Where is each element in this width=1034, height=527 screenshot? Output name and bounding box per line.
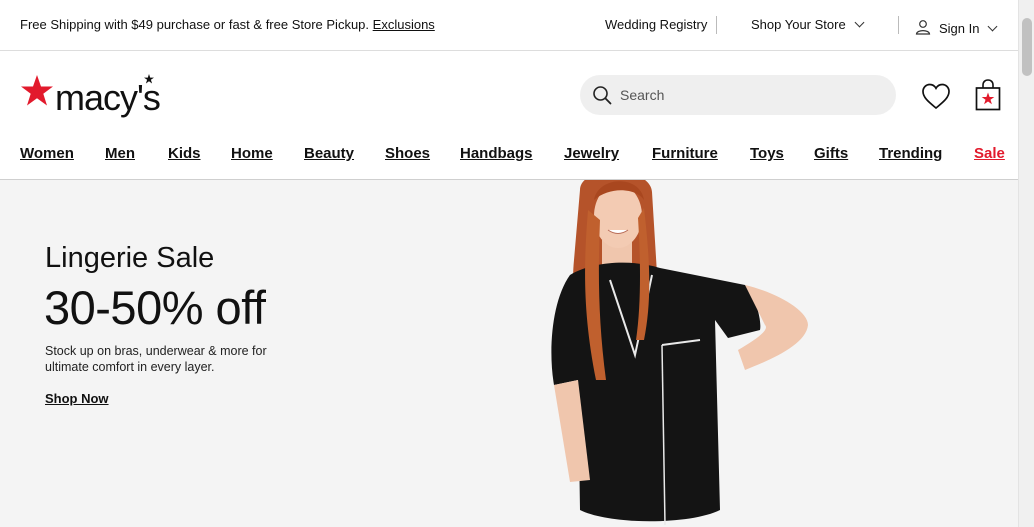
macys-logo[interactable]: macy's (20, 74, 170, 118)
nav-item-home[interactable]: Home (231, 145, 273, 162)
nav-item-shoes[interactable]: Shoes (385, 145, 430, 162)
chevron-down-icon (854, 17, 865, 28)
nav-item-trending[interactable]: Trending (879, 145, 942, 162)
utility-bar: Free Shipping with $49 purchase or fast … (0, 0, 1018, 51)
page-scrollbar[interactable] (1018, 0, 1034, 527)
nav-item-handbags[interactable]: Handbags (460, 145, 533, 162)
sign-in-label: Sign In (939, 21, 980, 36)
star-logo-icon (21, 75, 53, 106)
nav-item-furniture[interactable]: Furniture (652, 145, 718, 162)
shopping-bag-icon[interactable] (974, 78, 1002, 112)
promo-message: Free Shipping with $49 purchase or fast … (20, 17, 435, 32)
scrollbar-thumb[interactable] (1022, 18, 1032, 76)
nav-item-beauty[interactable]: Beauty (304, 145, 354, 162)
exclusions-link[interactable]: Exclusions (373, 17, 435, 32)
hero-banner[interactable]: Lingerie Sale 30-50% off Stock up on bra… (0, 180, 1018, 527)
divider (716, 16, 717, 34)
main-navigation: Women Men Kids Home Beauty Shoes Handbag… (20, 145, 1010, 165)
shop-your-store-dropdown[interactable]: Shop Your Store (751, 17, 865, 32)
nav-item-jewelry[interactable]: Jewelry (564, 145, 619, 162)
divider (898, 16, 899, 34)
nav-item-toys[interactable]: Toys (750, 145, 784, 162)
nav-item-kids[interactable]: Kids (168, 145, 201, 162)
heart-icon[interactable] (921, 82, 951, 110)
nav-item-men[interactable]: Men (105, 145, 135, 162)
nav-item-women[interactable]: Women (20, 145, 74, 162)
nav-item-gifts[interactable]: Gifts (814, 145, 848, 162)
promo-text: Free Shipping with $49 purchase or fast … (20, 17, 370, 32)
user-icon (915, 20, 931, 35)
search-bar[interactable] (580, 75, 896, 115)
small-star-icon (144, 74, 154, 84)
hero-headline: 30-50% off (44, 281, 266, 334)
search-icon[interactable] (592, 85, 612, 105)
sign-in-dropdown[interactable]: Sign In (915, 17, 998, 36)
search-input[interactable] (620, 85, 880, 105)
shop-now-link[interactable]: Shop Now (45, 391, 109, 406)
shop-your-store-label: Shop Your Store (751, 17, 846, 32)
wedding-registry-link[interactable]: Wedding Registry (605, 17, 707, 32)
hero-description: Stock up on bras, underwear & more for u… (45, 344, 267, 374)
nav-item-sale[interactable]: Sale (974, 145, 1005, 162)
hero-model-image (551, 180, 808, 526)
chevron-down-icon (988, 21, 998, 32)
hero-title: Lingerie Sale (45, 242, 215, 274)
